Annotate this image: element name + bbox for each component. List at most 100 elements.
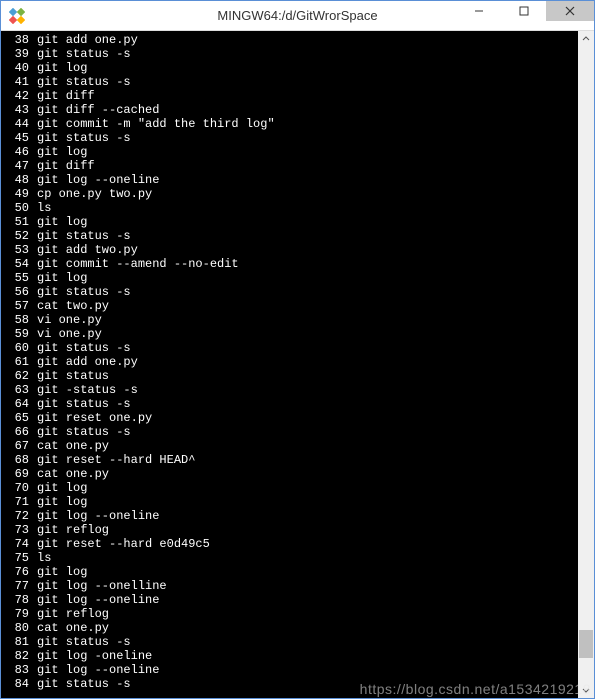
line-number: 42 — [1, 89, 33, 103]
line-number: 79 — [1, 607, 33, 621]
terminal-line: 58vi one.py — [1, 313, 578, 327]
line-number: 65 — [1, 411, 33, 425]
terminal-content[interactable]: 38git add one.py39git status -s40git log… — [1, 31, 578, 698]
terminal-line: 57cat two.py — [1, 299, 578, 313]
line-number: 51 — [1, 215, 33, 229]
command-text: git add one.py — [33, 355, 138, 369]
line-number: 67 — [1, 439, 33, 453]
minimize-icon — [474, 6, 484, 16]
command-text: git log --oneline — [33, 173, 159, 187]
command-text: git status -s — [33, 635, 131, 649]
command-text: git reset one.py — [33, 411, 152, 425]
line-number: 56 — [1, 285, 33, 299]
line-number: 80 — [1, 621, 33, 635]
command-text: git status -s — [33, 397, 131, 411]
command-text: cat one.py — [33, 621, 109, 635]
command-text: git status -s — [33, 285, 131, 299]
line-number: 55 — [1, 271, 33, 285]
terminal-line: 55git log — [1, 271, 578, 285]
line-number: 78 — [1, 593, 33, 607]
terminal-area: 38git add one.py39git status -s40git log… — [1, 31, 594, 698]
minimize-button[interactable] — [456, 1, 501, 21]
line-number: 41 — [1, 75, 33, 89]
terminal-line: 63git -status -s — [1, 383, 578, 397]
line-number: 75 — [1, 551, 33, 565]
terminal-line: 79git reflog — [1, 607, 578, 621]
command-text: ls — [33, 551, 51, 565]
command-text: git log — [33, 215, 87, 229]
line-number: 76 — [1, 565, 33, 579]
scroll-down-arrow[interactable] — [578, 682, 594, 698]
command-text: git log --oneline — [33, 509, 159, 523]
scrollbar[interactable] — [578, 31, 594, 698]
line-number: 60 — [1, 341, 33, 355]
command-text: cat one.py — [33, 439, 109, 453]
line-number: 59 — [1, 327, 33, 341]
line-number: 63 — [1, 383, 33, 397]
terminal-line: 78git log --oneline — [1, 593, 578, 607]
terminal-line: 41git status -s — [1, 75, 578, 89]
command-text: git reset --hard e0d49c5 — [33, 537, 210, 551]
line-number: 49 — [1, 187, 33, 201]
terminal-line: 61git add one.py — [1, 355, 578, 369]
line-number: 73 — [1, 523, 33, 537]
line-number: 72 — [1, 509, 33, 523]
command-text: git commit -m "add the third log" — [33, 117, 275, 131]
terminal-line: 81git status -s — [1, 635, 578, 649]
maximize-button[interactable] — [501, 1, 546, 21]
line-number: 64 — [1, 397, 33, 411]
line-number: 69 — [1, 467, 33, 481]
terminal-window: MINGW64:/d/GitWrorSpace 38 git add one.py… — [0, 0, 595, 699]
terminal-line: 51git log — [1, 215, 578, 229]
terminal-line: 77git log --onelline — [1, 579, 578, 593]
close-button[interactable] — [546, 1, 594, 21]
command-text: git commit --amend --no-edit — [33, 257, 239, 271]
terminal-line: 45git status -s — [1, 131, 578, 145]
line-number: 54 — [1, 257, 33, 271]
terminal-line: 75ls — [1, 551, 578, 565]
command-text: git status -s — [33, 677, 131, 691]
line-number: 40 — [1, 61, 33, 75]
command-text: git status -s — [33, 229, 131, 243]
line-number: 81 — [1, 635, 33, 649]
terminal-line: 65git reset one.py — [1, 411, 578, 425]
command-text: cp one.py two.py — [33, 187, 152, 201]
line-number: 62 — [1, 369, 33, 383]
terminal-line: 83git log --oneline — [1, 663, 578, 677]
command-text: cat one.py — [33, 467, 109, 481]
scroll-up-arrow[interactable] — [578, 31, 594, 47]
line-number: 57 — [1, 299, 33, 313]
line-number: 50 — [1, 201, 33, 215]
line-number: 82 — [1, 649, 33, 663]
terminal-line: 69cat one.py — [1, 467, 578, 481]
command-text: git log — [33, 481, 87, 495]
titlebar: MINGW64:/d/GitWrorSpace — [1, 1, 594, 31]
terminal-line: 64git status -s — [1, 397, 578, 411]
command-text: ls — [33, 201, 51, 215]
terminal-line: 39git status -s — [1, 47, 578, 61]
command-text: git reflog — [33, 523, 109, 537]
terminal-line: 84git status -s — [1, 677, 578, 691]
line-number: 48 — [1, 173, 33, 187]
terminal-line: 72git log --oneline — [1, 509, 578, 523]
line-number: 58 — [1, 313, 33, 327]
command-text: git status -s — [33, 47, 131, 61]
scroll-thumb[interactable] — [579, 630, 593, 658]
chevron-down-icon — [582, 686, 590, 694]
terminal-line: 56git status -s — [1, 285, 578, 299]
command-text: git log — [33, 61, 87, 75]
line-number: 38 — [1, 33, 33, 47]
line-number: 84 — [1, 677, 33, 691]
terminal-line: 70git log — [1, 481, 578, 495]
command-text: git status -s — [33, 131, 131, 145]
window-controls — [456, 1, 594, 30]
terminal-line: 68git reset --hard HEAD^ — [1, 453, 578, 467]
line-number: 46 — [1, 145, 33, 159]
line-number: 45 — [1, 131, 33, 145]
terminal-line: 53git add two.py — [1, 243, 578, 257]
terminal-line: 40git log — [1, 61, 578, 75]
line-number: 44 — [1, 117, 33, 131]
terminal-line: 66git status -s — [1, 425, 578, 439]
line-number: 71 — [1, 495, 33, 509]
line-number: 47 — [1, 159, 33, 173]
